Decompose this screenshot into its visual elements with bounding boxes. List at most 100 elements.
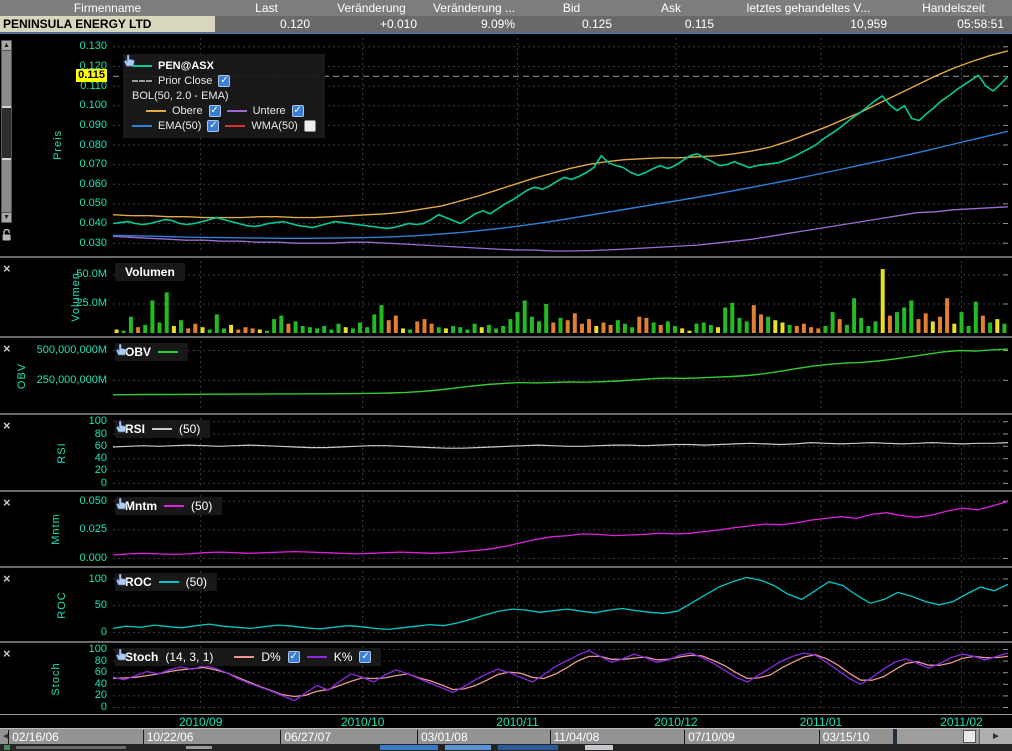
upper-band-label[interactable]: Obere [172,105,203,117]
y-tick-label: 0.040 [79,217,107,230]
momentum-plot-area[interactable]: Mntm (50) [113,495,1008,563]
stoch-d-checkbox[interactable] [288,651,300,663]
ema-swatch [132,125,152,127]
lower-band-label[interactable]: Untere [253,105,286,117]
stoch-k-checkbox[interactable] [359,651,371,663]
y-tick-label: 0.080 [79,139,107,152]
hand-cursor-icon[interactable] [115,573,128,586]
wma-label[interactable]: WMA(50) [251,120,297,132]
price-axis-title: Preis [52,130,64,160]
y-tick-label: 0 [101,701,107,714]
obv-axis-title: OBV [16,362,28,388]
scroll-thumb[interactable] [2,106,11,160]
taskbar-pixel [445,745,491,750]
close-roc-panel-icon[interactable] [3,573,15,585]
rsi-param: (50) [179,422,200,436]
scrollbar-date: 02/16/06 [8,730,59,744]
ema-label[interactable]: EMA(50) [158,120,201,132]
scrollbar-date: 10/22/06 [143,730,194,744]
roc-param: (50) [186,575,207,589]
col-veraenderung[interactable]: Veränderung [318,0,425,16]
col-ask[interactable]: Ask [620,0,722,16]
y-tick-label: 0.050 [79,495,107,508]
stoch-d-label[interactable]: D% [261,650,280,664]
stochastics-gutter: Stoch 100806040200 [0,643,113,714]
hand-cursor-icon[interactable] [115,648,128,661]
rsi-plot-area[interactable]: RSI (50) [113,418,1008,487]
scroll-down-icon[interactable] [2,212,11,222]
y-tick-label: 0.000 [79,552,107,565]
taskbar-pixel [498,745,558,750]
obv-legend-title[interactable]: OBV [125,345,151,359]
roc-panel: ROC 100500 ROC (50) [0,566,1012,641]
bollinger-label[interactable]: BOL(50, 2.0 - EMA) [132,90,229,102]
hand-cursor-icon[interactable] [115,420,128,433]
close-obv-panel-icon[interactable] [3,343,15,355]
rsi-chart [113,418,1008,487]
ema-checkbox[interactable] [207,120,219,132]
company-name[interactable]: PENINSULA ENERGY LTD [0,16,215,32]
volume-legend-title[interactable]: Volumen [125,265,175,279]
col-handelszeit[interactable]: Handelszeit [895,0,1012,16]
col-last-volume[interactable]: letztes gehandeltes V... [722,0,895,16]
prior-close-label[interactable]: Prior Close [158,75,212,87]
x-tick-label: 2010/10 [341,715,384,729]
roc-legend-title[interactable]: ROC [125,575,152,589]
y-tick-label: 0.060 [79,178,107,191]
rsi-legend: RSI (50) [115,420,210,438]
obv-plot-area[interactable]: OBV [113,341,1008,410]
quote-header-values: PENINSULA ENERGY LTD 0.120 +0.010 9.09% … [0,16,1012,32]
unlock-icon[interactable] [1,228,13,242]
scrollbar-thumb-handle[interactable] [963,730,976,743]
symbol-label[interactable]: PEN@ASX [158,60,214,72]
col-bid[interactable]: Bid [523,0,620,16]
x-tick-label: 2010/12 [654,715,697,729]
scroll-right-icon[interactable] [979,729,1012,744]
momentum-param: (50) [191,499,212,513]
stoch-k-label[interactable]: K% [334,650,353,664]
history-scrollbar[interactable]: 02/16/0610/22/0606/27/0703/01/0811/04/08… [0,728,1012,744]
price-plot-area[interactable]: PEN@ASX Prior Close BOL(50, 2.0 - EMA) [113,38,1008,252]
momentum-legend: Mntm (50) [115,497,222,515]
hand-cursor-icon[interactable] [123,54,136,67]
lower-band-checkbox[interactable] [292,105,304,117]
stochastics-legend-title[interactable]: Stoch [125,650,158,664]
vertical-scrollbar[interactable] [1,40,12,223]
close-momentum-panel-icon[interactable] [3,497,15,509]
roc-plot-area[interactable]: ROC (50) [113,571,1008,638]
upper-band-checkbox[interactable] [209,105,221,117]
momentum-legend-title[interactable]: Mntm [125,499,157,513]
y-tick-label: 100 [89,573,107,586]
last-price-marker: 0.115 [76,69,107,82]
y-tick-label: 20 [95,464,107,477]
close-stochastics-panel-icon[interactable] [3,648,15,660]
trading-chart-window: Firmenname Last Veränderung Veränderung … [0,0,1012,751]
scroll-up-icon[interactable] [2,41,11,51]
upper-band-swatch [146,110,166,112]
scrollbar-date: 11/04/08 [550,730,600,744]
y-tick-label: 0.090 [79,119,107,132]
hand-cursor-icon[interactable] [115,497,128,510]
y-tick-label: 500,000,000M [37,344,107,357]
price-panel: Preis 0.1300.1200.1100.1000.0900.0800.07… [0,34,1012,256]
momentum-chart [113,495,1008,563]
x-tick-label: 2010/11 [496,715,539,729]
col-last[interactable]: Last [215,0,318,16]
obv-panel: OBV 500,000,000M250,000,000M OBV [0,336,1012,413]
close-rsi-panel-icon[interactable] [3,420,15,432]
taskbar-pixel [585,745,613,750]
roc-axis-title: ROC [56,591,68,618]
volume-plot-area[interactable]: Volumen [113,261,1008,333]
y-tick-label: 40 [95,452,107,465]
col-veraenderung-pct[interactable]: Veränderung ... [425,0,523,16]
rsi-legend-title[interactable]: RSI [125,422,145,436]
prior-close-checkbox[interactable] [218,75,230,87]
col-firmenname[interactable]: Firmenname [0,0,215,16]
x-tick-label: 2011/02 [940,715,983,729]
hand-cursor-icon[interactable] [115,343,128,356]
wma-checkbox[interactable] [304,120,316,132]
close-volume-panel-icon[interactable] [3,263,15,275]
stochastics-plot-area[interactable]: Stoch (14, 3, 1) D% K% [113,646,1008,711]
scrollbar-date: 03/15/10 [819,730,870,744]
price-gutter: Preis 0.1300.1200.1100.1000.0900.0800.07… [0,34,113,256]
